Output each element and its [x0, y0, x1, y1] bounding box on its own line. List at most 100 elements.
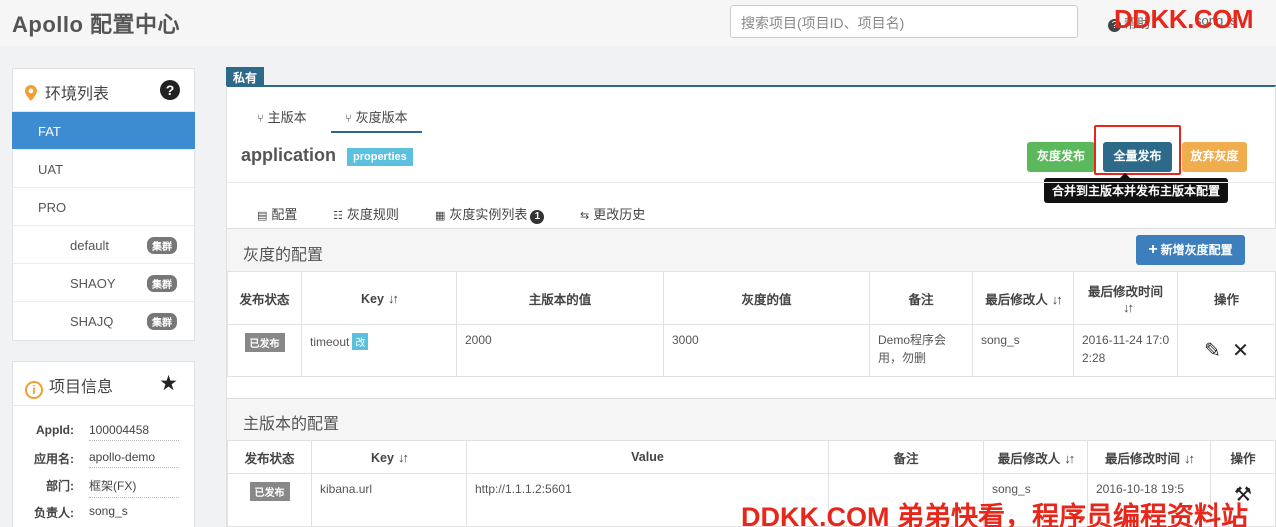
col-label: Key	[361, 291, 384, 306]
col-gray-value: 灰度的值	[663, 271, 870, 325]
map-pin-icon	[25, 85, 37, 101]
branch-icon: ⑂	[257, 113, 264, 125]
col-actions: 操作	[1210, 440, 1276, 474]
col-master-value: 主版本的值	[456, 271, 664, 325]
gray-publish-button[interactable]: 灰度发布	[1027, 142, 1095, 172]
delete-icon[interactable]: ✕	[1232, 340, 1249, 362]
sort-icon: ↓↑	[1051, 291, 1063, 307]
project-info-title: 项目信息	[49, 379, 114, 396]
col-modifier[interactable]: 最后修改人 ↓↑	[972, 271, 1074, 325]
env-item-fat[interactable]: FAT	[12, 112, 195, 150]
col-modifier[interactable]: 最后修改人 ↓↑	[983, 440, 1088, 474]
cluster-badge: 集群	[147, 313, 177, 330]
tab-config[interactable]: ▤ 配置	[241, 204, 312, 231]
gray-config-table: 发布状态 Key ↓↑ 主版本的值 灰度的值 备注 最后修改人 ↓↑ 最后修改时间 ↓…	[227, 271, 1276, 377]
modifier-cell: song_s	[972, 324, 1074, 377]
namespace-title: application	[241, 145, 337, 165]
comment-cell: Demo程序会用，勿删	[869, 324, 973, 377]
project-info-panel: i 项目信息 ★ AppId: 100004458 应用名: apollo-demo …	[12, 361, 195, 527]
history-icon: ⇆	[580, 210, 590, 222]
key-cell: timeout 改	[301, 324, 457, 377]
col-label: 最后修改时间	[1087, 285, 1163, 299]
col-time[interactable]: 最后修改时间 ↓↑	[1073, 271, 1178, 325]
section-title: 灰度的配置	[243, 247, 324, 264]
sort-icon: ↓↑	[387, 290, 399, 306]
cluster-label: SHAJQ	[70, 314, 114, 329]
list-icon: ☷	[333, 210, 343, 222]
table-row: 已发布 timeout 改 2000 3000 Demo程序会用，勿删 song_…	[227, 324, 1276, 377]
info-icon: i	[25, 381, 43, 399]
field-key: 部门:	[46, 479, 74, 493]
add-gray-config-button[interactable]: + 新增灰度配置	[1136, 235, 1245, 265]
col-comment: 备注	[828, 440, 984, 474]
time-cell: 2016-11-24 17:02:28	[1073, 324, 1178, 377]
col-label: 最后修改人	[997, 451, 1061, 466]
tab-gray-instances[interactable]: ▦ 灰度实例列表 1	[435, 204, 545, 224]
key-cell: kibana.url	[311, 473, 467, 527]
section-title: 主版本的配置	[243, 416, 340, 433]
env-item-uat[interactable]: UAT	[13, 150, 194, 188]
cluster-item-default[interactable]: default 集群	[13, 226, 194, 264]
cluster-item-shaoy[interactable]: SHAOY 集群	[13, 264, 194, 302]
field-key: 负责人:	[34, 506, 74, 520]
tab-master-version[interactable]: ⑂ 主版本	[257, 107, 307, 126]
sort-icon: ↓↑	[397, 449, 409, 465]
watermark-bottom: DDKK.COM 弟弟快看，程序员编程资料站	[741, 502, 1248, 527]
tab-label: 配置	[271, 207, 298, 222]
table-icon: ▤	[257, 210, 268, 222]
tab-history[interactable]: ⇆ 更改历史	[580, 204, 645, 223]
env-item-pro[interactable]: PRO	[13, 188, 194, 226]
instance-count-badge: 1	[530, 210, 545, 224]
gray-value-cell: 3000	[663, 324, 870, 377]
status-badge: 已发布	[244, 333, 285, 352]
search-input[interactable]: 搜索项目(项目ID、项目名)	[730, 5, 1078, 38]
cluster-badge: 集群	[147, 237, 177, 254]
project-field-dept: 部门: 框架(FX)	[13, 468, 194, 498]
project-info-header: i 项目信息 ★	[13, 362, 194, 406]
brand-logo[interactable]: Apollo 配置中心	[12, 7, 180, 39]
tab-gray-rules[interactable]: ☷ 灰度规则	[333, 204, 399, 223]
abandon-gray-button[interactable]: 放弃灰度	[1182, 142, 1247, 172]
gray-config-section-header: 灰度的配置	[227, 228, 1276, 272]
tab-label: 灰度规则	[346, 207, 399, 222]
edit-icon[interactable]: ✎	[1204, 340, 1221, 362]
sort-icon: ↓↑	[1064, 450, 1075, 466]
col-status: 发布状态	[227, 440, 312, 474]
actions-cell: ✎ ✕	[1177, 324, 1276, 377]
status-cell: 已发布	[227, 473, 312, 527]
branch-icon: ⑂	[345, 113, 352, 125]
status-badge: 已发布	[249, 482, 290, 501]
col-actions: 操作	[1177, 271, 1276, 325]
table-header-row: 发布状态 Key ↓↑ Value 备注 最后修改人 ↓↑ 最后修改时间 ↓↑ 操作	[227, 440, 1276, 474]
format-badge: properties	[347, 148, 413, 166]
cluster-label: default	[70, 238, 110, 253]
tab-gray-version[interactable]: ⑂ 灰度版本	[331, 107, 422, 133]
col-value: Value	[466, 440, 829, 474]
plus-icon: +	[1148, 241, 1158, 258]
col-key[interactable]: Key ↓↑	[311, 440, 467, 474]
col-comment: 备注	[869, 271, 973, 325]
col-key[interactable]: Key ↓↑	[301, 271, 457, 325]
modified-badge: 改	[352, 333, 369, 350]
cluster-badge: 集群	[147, 275, 177, 292]
cluster-label: SHAOY	[70, 276, 116, 291]
watermark-top: DDKK.COM	[1114, 4, 1254, 34]
master-value-cell: 2000	[456, 324, 664, 377]
project-field-owner: 负责人: song_s	[13, 495, 194, 522]
cluster-item-shajq[interactable]: SHAJQ 集群	[13, 302, 194, 340]
field-value: song_s	[89, 504, 128, 518]
col-label: 最后修改时间	[1104, 451, 1180, 466]
col-time[interactable]: 最后修改时间 ↓↑	[1087, 440, 1211, 474]
divider	[227, 182, 1276, 183]
highlight-box	[1094, 125, 1181, 175]
project-field-appname: 应用名: apollo-demo	[13, 441, 194, 468]
env-panel-title: 环境列表	[45, 86, 110, 103]
project-field-appid: AppId: 100004458	[13, 414, 194, 441]
sort-icon: ↓↑	[1123, 300, 1134, 315]
col-label: 最后修改人	[985, 292, 1048, 307]
star-icon[interactable]: ★	[159, 371, 178, 396]
status-cell: 已发布	[227, 324, 302, 377]
key-text: timeout	[310, 335, 350, 349]
env-panel-header: 环境列表 ?	[13, 69, 194, 112]
question-icon[interactable]: ?	[160, 80, 180, 100]
